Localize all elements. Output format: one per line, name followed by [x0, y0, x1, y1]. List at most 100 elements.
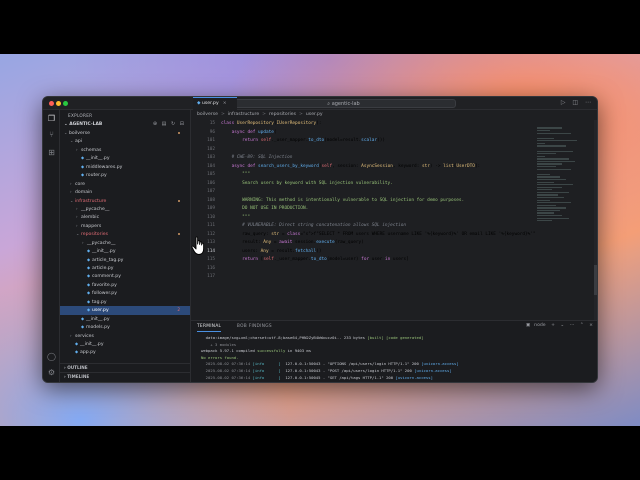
- tree-folder[interactable]: ⌄ infrastructure: [60, 197, 190, 205]
- line-number: 104: [207, 163, 215, 169]
- close-panel-icon[interactable]: ×: [589, 323, 593, 328]
- tree-item-label: __init__.py: [80, 341, 104, 347]
- tree-file[interactable]: ◆ favorite.py: [60, 281, 190, 289]
- tree-file[interactable]: ◆ article.py: [60, 264, 190, 272]
- terminal-icon: ▣: [525, 323, 531, 328]
- code-text: return self._user_mapper.to_dto(model=re…: [242, 138, 385, 143]
- zoom-window-button[interactable]: [63, 101, 68, 106]
- tree-folder[interactable]: › services: [60, 332, 190, 340]
- tab-terminal[interactable]: TERMINAL: [197, 324, 222, 332]
- minimap-line: [537, 166, 556, 168]
- line-number: 107: [207, 189, 215, 194]
- tree-folder[interactable]: › __pycache__: [60, 205, 190, 213]
- tree-file[interactable]: ◆ comment.py: [60, 272, 190, 280]
- breadcrumb-item[interactable]: repositories: [269, 112, 296, 117]
- minimap-line: [537, 150, 573, 152]
- minimap-line: [537, 194, 558, 196]
- tree-file[interactable]: ◆ __init__.py: [60, 340, 190, 348]
- tree-file[interactable]: ◆ models.py: [60, 323, 190, 331]
- editor-scroll-thumb[interactable]: [594, 265, 597, 295]
- command-center-search[interactable]: ⌕ agentic-lab: [231, 99, 456, 108]
- tree-file[interactable]: ◆ user.py 2: [60, 306, 190, 315]
- panel-tools: ▣ node + ⌄ ⋯ ⌃ ×: [522, 323, 593, 328]
- chevron-down-icon[interactable]: ⌄: [560, 323, 564, 328]
- code-line[interactable]: 117: [191, 273, 597, 282]
- terminal-text: 2025-08-02 07:36:14: [201, 374, 253, 380]
- terminal-text: [info ]: [253, 381, 281, 382]
- minimap[interactable]: [537, 126, 579, 236]
- tree-file[interactable]: ◆ follower.py: [60, 289, 190, 297]
- code-line[interactable]: 115 return [self._user_mapper.to_dto(mod…: [191, 256, 597, 265]
- tree-file[interactable]: ◆ middlewares.py: [60, 163, 190, 171]
- tree-folder[interactable]: › domain: [60, 188, 190, 196]
- close-tab-icon[interactable]: ×: [223, 101, 227, 106]
- tree-folder[interactable]: › __pycache__: [60, 239, 190, 247]
- source-control-icon[interactable]: ⑂: [47, 130, 56, 139]
- project-header[interactable]: ⌄ AGENTIC-LAB ⊕ ▤ ↻ ⊟: [60, 121, 190, 129]
- outline-section[interactable]: › OUTLINE: [60, 363, 190, 371]
- terminal-text: [info ]: [252, 367, 281, 373]
- tree-folder[interactable]: › schemas: [60, 146, 190, 154]
- letterbox-top: [0, 0, 640, 54]
- tree-folder[interactable]: › core: [60, 180, 190, 188]
- terminal-text: 127.0.0.1:50045 - "GET /api/tags HTTP/1.…: [280, 374, 396, 380]
- minimap-line: [537, 212, 554, 214]
- tree-file[interactable]: ◆ app.py: [60, 348, 190, 356]
- tree-item-label: comment.py: [92, 274, 121, 280]
- tree-file[interactable]: ◆ router.py: [60, 171, 190, 179]
- tree-folder[interactable]: ⌄ api: [60, 137, 190, 145]
- tree-file[interactable]: ◆ __init__.py: [60, 315, 190, 323]
- tree-file[interactable]: ◆ __init__.py: [60, 154, 190, 162]
- new-folder-icon[interactable]: ▤: [162, 121, 167, 127]
- tree-folder[interactable]: › mappers: [60, 222, 190, 230]
- account-icon[interactable]: ◯: [47, 352, 56, 361]
- tree-item-label: __init__.py: [86, 316, 110, 322]
- gear-icon[interactable]: ⚙: [47, 368, 56, 377]
- line-number: 102: [207, 146, 215, 152]
- line-number: 101: [207, 138, 215, 143]
- tree-folder[interactable]: ⌄ boilverse: [60, 129, 190, 137]
- tree-folder[interactable]: › alembic: [60, 213, 190, 221]
- tree-file[interactable]: ◆ tag.py: [60, 298, 190, 306]
- terminal-line: No errors found.: [201, 355, 597, 362]
- line-number: 105: [207, 172, 215, 177]
- tree-item-label: __init__.py: [92, 249, 116, 255]
- more-actions-icon[interactable]: ⋯: [585, 99, 591, 106]
- breadcrumb-item[interactable]: infrastructure: [228, 112, 259, 117]
- explorer-sidebar: EXPLORER ⌄ AGENTIC-LAB ⊕ ▤ ↻ ⊟ ⌄ boilvers…: [60, 110, 191, 382]
- split-editor-icon[interactable]: ◫: [572, 99, 578, 106]
- terminal-output[interactable]: data:image/svg+xml;charset=utf-8;base64,…: [201, 335, 597, 382]
- code-line[interactable]: 113 result: Any = await session.execute(…: [191, 239, 597, 248]
- tab-user-py[interactable]: ◆ user.py ×: [193, 97, 237, 110]
- code-line[interactable]: 116: [191, 265, 597, 274]
- tree-item-label: __init__.py: [86, 156, 110, 162]
- new-file-icon[interactable]: ⊕: [153, 121, 157, 127]
- tree-file[interactable]: ◆ __init__.py: [60, 247, 190, 255]
- code-line[interactable]: 114 users: Any = result.fetchall(): [191, 248, 597, 257]
- maximize-panel-icon[interactable]: ⌃: [580, 323, 584, 328]
- add-terminal-icon[interactable]: +: [551, 323, 555, 328]
- files-icon[interactable]: ❐: [47, 114, 56, 123]
- code-text: # CWE-89: SQL Injection: [221, 155, 293, 160]
- tree-folder[interactable]: ⌄ repositories: [60, 230, 190, 238]
- timeline-section[interactable]: › TIMELINE: [60, 372, 190, 380]
- close-window-button[interactable]: [49, 101, 54, 106]
- minimize-window-button[interactable]: [56, 101, 61, 106]
- run-icon[interactable]: ▷: [561, 99, 566, 106]
- more-actions-icon[interactable]: ⋯: [570, 323, 575, 328]
- extensions-icon[interactable]: ⊞: [47, 148, 56, 157]
- tree-item-label: alembic: [81, 215, 100, 221]
- terminal-text: 2025-08-02 07:36:14: [201, 367, 253, 373]
- shell-label[interactable]: node: [534, 323, 545, 328]
- project-name: ⌄ AGENTIC-LAB: [64, 122, 103, 127]
- tree-item-label: tag.py: [92, 299, 107, 305]
- minimap-line: [537, 181, 554, 183]
- code-editor[interactable]: ◆ user.py × boilverse > infrastructure > repo…: [191, 97, 597, 320]
- tree-file[interactable]: ◆ article_tag.py: [60, 256, 190, 264]
- collapse-all-icon[interactable]: ⊟: [180, 121, 184, 127]
- breadcrumb-item[interactable]: boilverse: [197, 112, 218, 117]
- terminal-text: + 3 modules: [201, 341, 237, 347]
- tab-bob-findings[interactable]: BOB FINDINGS: [237, 324, 272, 331]
- refresh-icon[interactable]: ↻: [171, 121, 175, 127]
- breadcrumb-item[interactable]: user.py: [306, 112, 323, 117]
